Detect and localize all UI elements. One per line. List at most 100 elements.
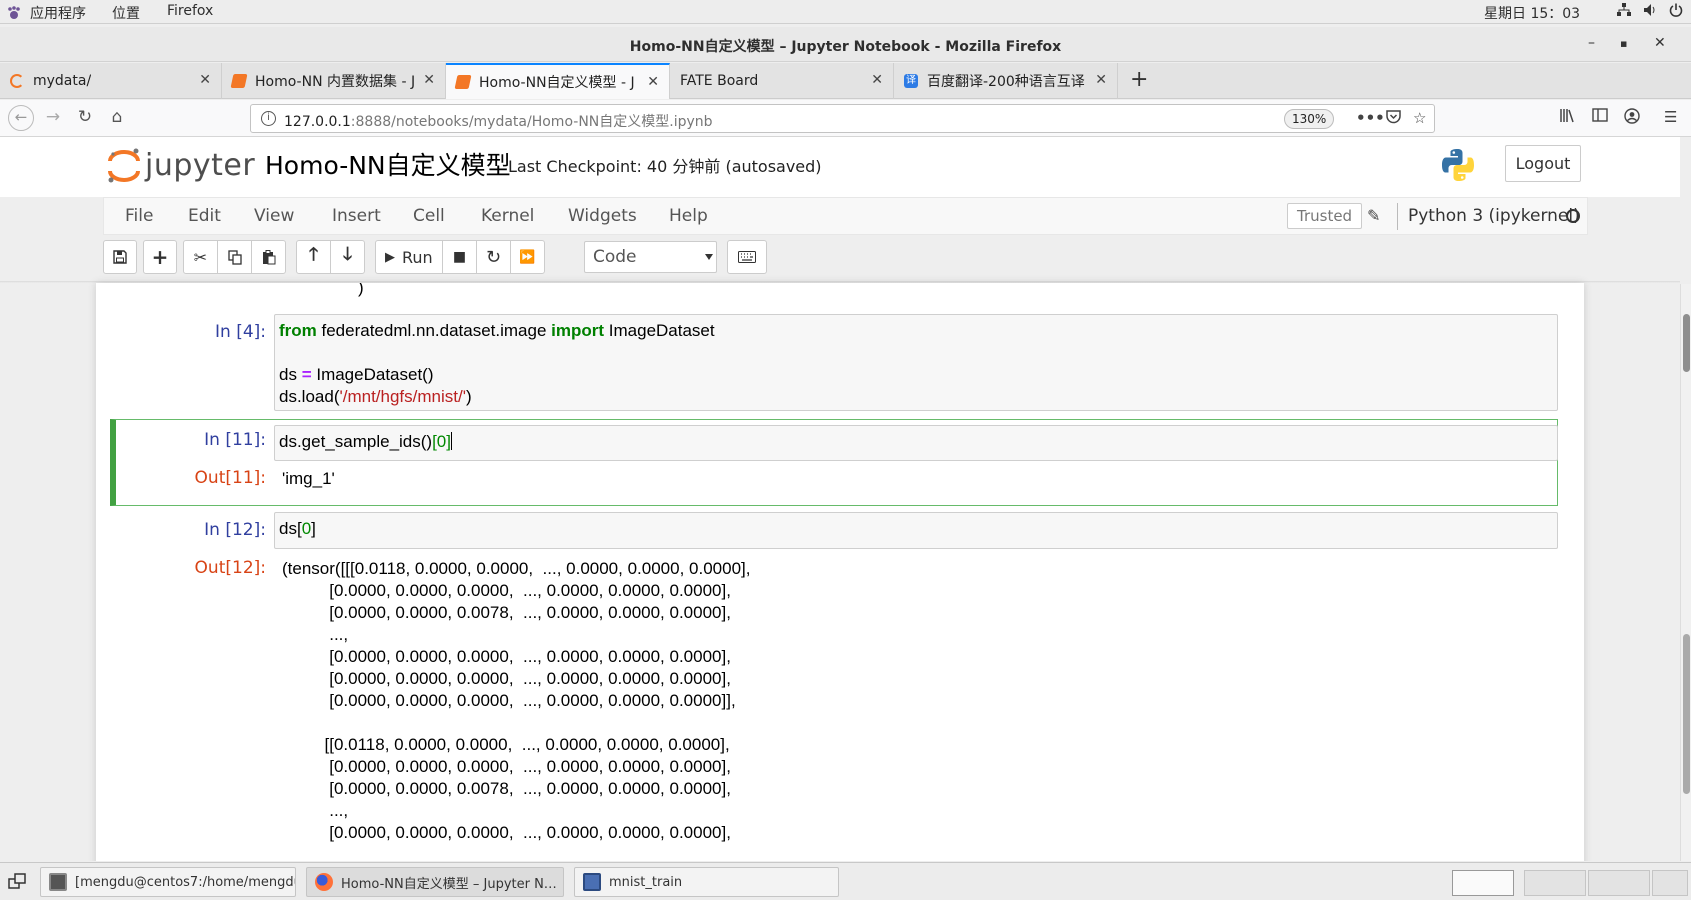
url-bar[interactable]: i 127.0.0.1:8888/notebooks/mydata/Homo-N… xyxy=(250,104,1435,133)
notebook-title[interactable]: Homo-NN自定义模型 xyxy=(265,146,511,182)
restart-run-all-button[interactable]: ⏩ xyxy=(510,240,545,274)
bottom-taskbar: [mengdu@centos7:/home/mengdu/… Homo-NN自定… xyxy=(0,862,1691,900)
firefox-icon xyxy=(315,873,333,891)
page-scrollbar[interactable] xyxy=(1680,284,1691,861)
menu-widgets[interactable]: Widgets xyxy=(568,206,637,226)
zoom-indicator[interactable]: 130% xyxy=(1284,109,1335,129)
url-text[interactable]: 127.0.0.1:8888/notebooks/mydata/Homo-NN自… xyxy=(284,111,713,131)
code-cell-4[interactable]: In [4]: from federatedml.nn.dataset.imag… xyxy=(116,314,1558,412)
save-button[interactable] xyxy=(103,240,137,274)
places-menu[interactable]: 位置 xyxy=(112,3,140,23)
interrupt-kernel-button[interactable]: ■ xyxy=(442,240,477,274)
close-window-button[interactable]: ✕ xyxy=(1654,35,1666,51)
home-button[interactable]: ⌂ xyxy=(105,107,129,127)
code-line: ds.load('/mnt/hgfs/mnist/') xyxy=(279,386,1553,408)
taskbar-label: mnist_train xyxy=(609,874,683,890)
hamburger-menu-icon[interactable]: ☰ xyxy=(1664,108,1677,126)
taskbar-firefox[interactable]: Homo-NN自定义模型 – Jupyter N… xyxy=(306,867,564,897)
minimize-button[interactable]: – xyxy=(1588,35,1595,51)
close-tab-icon[interactable]: ✕ xyxy=(647,74,659,90)
move-up-button[interactable]: 🡑 xyxy=(296,240,331,274)
code-cell-12[interactable]: In [12]: ds[0] Out[12]: (tensor([[[0.011… xyxy=(116,512,1558,861)
paste-button[interactable] xyxy=(251,240,286,274)
cell-type-value: Code xyxy=(593,247,637,267)
bookmark-star-icon[interactable]: ☆ xyxy=(1413,109,1426,127)
back-button[interactable]: ← xyxy=(8,105,34,131)
menu-help[interactable]: Help xyxy=(669,206,708,226)
close-tab-icon[interactable]: ✕ xyxy=(423,72,435,88)
code-editor[interactable]: ds[0] xyxy=(274,512,1558,549)
maximize-button[interactable]: ▪ xyxy=(1620,37,1627,50)
python-logo-icon xyxy=(1440,147,1476,183)
workspace-4[interactable] xyxy=(1652,870,1688,896)
code-editor[interactable]: ds.get_sample_ids()[0] xyxy=(274,425,1558,461)
scrollbar-thumb[interactable] xyxy=(1683,314,1690,372)
network-icon[interactable] xyxy=(1617,3,1631,21)
page-actions-icon[interactable]: ••• xyxy=(1356,109,1385,127)
jupyter-logo[interactable]: jupyter xyxy=(107,145,255,185)
restart-kernel-button[interactable]: ↻ xyxy=(476,240,511,274)
edit-pencil-icon[interactable]: ✎ xyxy=(1367,206,1380,225)
copy-button[interactable] xyxy=(217,240,252,274)
trusted-indicator[interactable]: Trusted xyxy=(1287,203,1363,229)
tab-baidu-translate[interactable]: 译 百度翻译-200种语言互译 ✕ xyxy=(894,63,1118,99)
code-cell-11[interactable]: In [11]: ds.get_sample_ids()[0] Out[11]:… xyxy=(110,419,1558,506)
firefox-app-label: Firefox xyxy=(167,3,214,19)
logout-button[interactable]: Logout xyxy=(1505,145,1581,182)
close-tab-icon[interactable]: ✕ xyxy=(1095,72,1107,88)
notebook-toolbar: + ✂ 🡑 🡓 ▶ Run ■ ↻ ⏩ Code xyxy=(103,235,1588,280)
code-editor[interactable]: from federatedml.nn.dataset.image import… xyxy=(274,314,1558,411)
show-desktop-icon[interactable] xyxy=(8,872,26,894)
run-button[interactable]: ▶ Run xyxy=(375,240,443,274)
volume-icon[interactable] xyxy=(1643,3,1657,21)
code-token: ds xyxy=(279,365,302,384)
taskbar-label: Homo-NN自定义模型 – Jupyter N… xyxy=(341,876,557,892)
forward-button[interactable]: → xyxy=(41,107,65,127)
applications-menu[interactable]: 应用程序 xyxy=(6,3,86,23)
account-icon[interactable] xyxy=(1624,108,1640,128)
chevron-down-icon xyxy=(705,254,713,260)
menu-kernel[interactable]: Kernel xyxy=(481,206,534,226)
menu-file[interactable]: File xyxy=(125,206,153,226)
command-palette-button[interactable] xyxy=(727,240,767,274)
navigation-bar: ← → ↻ ⌂ i 127.0.0.1:8888/notebooks/mydat… xyxy=(0,100,1691,137)
sidebar-icon[interactable] xyxy=(1592,108,1608,126)
output-prompt: Out[11]: xyxy=(194,468,266,488)
library-icon[interactable] xyxy=(1560,108,1576,127)
taskbar-terminal[interactable]: [mengdu@centos7:/home/mengdu/… xyxy=(40,867,296,897)
firefox-app-menu[interactable]: Firefox xyxy=(167,3,213,19)
jupyter-wordmark: jupyter xyxy=(145,147,256,183)
keyword: import xyxy=(551,321,605,340)
tab-mydata[interactable]: mydata/ ✕ xyxy=(0,63,222,99)
close-tab-icon[interactable]: ✕ xyxy=(871,72,883,88)
menu-cell[interactable]: Cell xyxy=(413,206,445,226)
cell-type-select[interactable]: Code xyxy=(584,241,717,273)
system-tray[interactable] xyxy=(1617,3,1683,21)
workspace-2[interactable] xyxy=(1524,870,1586,896)
menu-view[interactable]: View xyxy=(254,206,294,226)
close-tab-icon[interactable]: ✕ xyxy=(199,72,211,88)
workspace-3[interactable] xyxy=(1588,870,1650,896)
workspace-1[interactable] xyxy=(1452,870,1514,896)
pocket-icon[interactable] xyxy=(1386,109,1401,128)
new-tab-button[interactable]: + xyxy=(1130,67,1148,92)
menu-insert[interactable]: Insert xyxy=(332,206,381,226)
clock[interactable]: 星期日 15：03 xyxy=(1484,3,1580,23)
cut-button[interactable]: ✂ xyxy=(183,240,218,274)
site-info-icon[interactable]: i xyxy=(261,111,276,126)
insert-cell-button[interactable]: + xyxy=(143,240,177,274)
cell-output: (tensor([[[0.0118, 0.0000, 0.0000, ..., … xyxy=(282,559,751,842)
scrollbar-thumb[interactable] xyxy=(1683,634,1690,794)
tab-label: mydata/ xyxy=(33,73,92,89)
tab-homo-nn-builtin[interactable]: Homo-NN 内置数据集 - J ✕ xyxy=(222,63,446,99)
menu-edit[interactable]: Edit xyxy=(188,206,221,226)
input-prompt: In [11]: xyxy=(204,430,266,450)
kernel-name[interactable]: Python 3 (ipykernel) xyxy=(1408,206,1580,226)
move-down-button[interactable]: 🡓 xyxy=(330,240,365,274)
reload-button[interactable]: ↻ xyxy=(73,107,97,127)
tab-homo-nn-custom[interactable]: Homo-NN自定义模型 - J ✕ xyxy=(446,63,670,99)
keyword: from xyxy=(279,321,317,340)
tab-fate-board[interactable]: FATE Board ✕ xyxy=(670,63,894,99)
power-icon[interactable] xyxy=(1669,3,1683,21)
taskbar-file-manager[interactable]: mnist_train xyxy=(574,867,839,897)
